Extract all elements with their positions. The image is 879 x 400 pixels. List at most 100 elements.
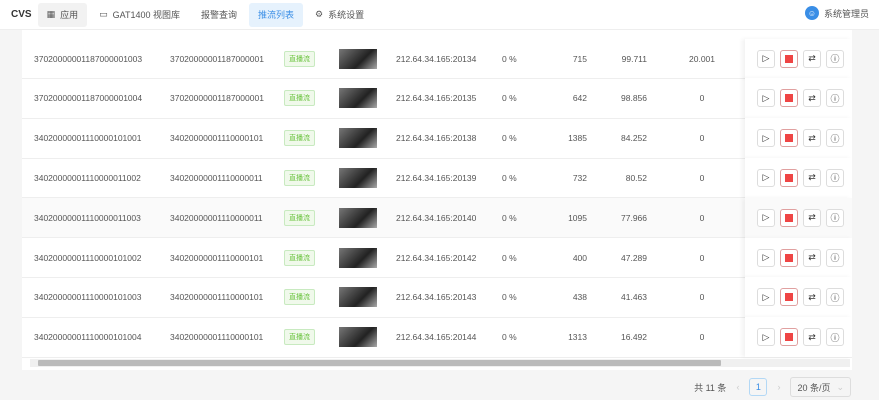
stop-icon	[785, 253, 793, 262]
table-row: 37020000001187000001003 3702000000118700…	[22, 38, 852, 79]
user-menu[interactable]: ☺ 系统管理员	[804, 6, 869, 20]
stop-icon	[785, 134, 793, 143]
info-button[interactable]: ⓘ	[826, 288, 844, 307]
nav-apps[interactable]: ▦ 应用	[37, 2, 88, 27]
table-row: 34020000001110000011003 3402000000111000…	[22, 197, 852, 239]
nav-label: 应用	[60, 10, 79, 20]
value-b: 84.252	[621, 133, 647, 144]
next-page-icon[interactable]: ›	[777, 382, 780, 392]
stop-icon	[785, 94, 793, 103]
value-a: 715	[572, 53, 587, 64]
stop-button[interactable]	[780, 248, 798, 267]
address: 212.64.34.165:20142	[396, 252, 477, 263]
value-a: 438	[572, 292, 587, 303]
loss-rate: 0 %	[502, 53, 517, 64]
snapshot-thumbnail[interactable]	[339, 88, 377, 109]
value-a: 400	[572, 252, 587, 263]
value-c: 0	[699, 292, 705, 303]
switch-button[interactable]: ⇄	[803, 208, 821, 227]
value-c: 20.001	[689, 53, 715, 64]
info-button[interactable]: ⓘ	[826, 208, 844, 227]
snapshot-thumbnail[interactable]	[339, 128, 377, 149]
switch-button[interactable]: ⇄	[803, 168, 821, 187]
device-id: 34020000001110000011	[170, 212, 263, 223]
play-button[interactable]: ▷	[757, 248, 775, 267]
play-button[interactable]: ▷	[757, 328, 775, 347]
prev-page-icon[interactable]: ‹	[736, 382, 739, 392]
address: 212.64.34.165:20143	[396, 292, 477, 303]
user-icon: ☺	[804, 6, 819, 20]
nav-label: 系统设置	[328, 10, 365, 20]
nav-alarm-query[interactable]: 报警查询	[192, 3, 246, 27]
info-button[interactable]: ⓘ	[826, 129, 844, 148]
stop-button[interactable]	[780, 288, 798, 307]
page-size-select[interactable]: 20 条/页 ⌄	[790, 377, 851, 397]
snapshot-thumbnail[interactable]	[339, 48, 377, 69]
loss-rate: 0 %	[502, 133, 517, 144]
play-button[interactable]: ▷	[757, 168, 775, 187]
value-a: 1313	[568, 332, 587, 343]
nav-settings[interactable]: ⚙ 系统设置	[306, 3, 373, 27]
stream-type-tag: 直播流	[284, 289, 315, 306]
play-button[interactable]: ▷	[757, 288, 775, 307]
scrollbar-thumb[interactable]	[38, 360, 721, 366]
loss-rate: 0 %	[502, 292, 517, 303]
play-button[interactable]: ▷	[757, 129, 775, 148]
switch-button[interactable]: ⇄	[803, 288, 821, 307]
loss-rate: 0 %	[502, 332, 517, 343]
stream-id: 34020000001110000011003	[34, 212, 141, 223]
play-button[interactable]: ▷	[757, 49, 775, 68]
snapshot-thumbnail[interactable]	[339, 327, 377, 348]
switch-button[interactable]: ⇄	[803, 328, 821, 347]
nav-gat1400[interactable]: ▭ GAT1400 视图库	[90, 3, 189, 27]
page-1-button[interactable]: 1	[749, 378, 768, 396]
stop-button[interactable]	[780, 89, 798, 108]
info-button[interactable]: ⓘ	[826, 89, 844, 108]
brand: CVS	[11, 9, 32, 20]
table-row: 34020000001110000011002 3402000000111000…	[22, 157, 852, 199]
switch-button[interactable]: ⇄	[803, 89, 821, 108]
stop-icon	[785, 213, 793, 222]
play-button[interactable]: ▷	[757, 89, 775, 108]
value-b: 16.492	[621, 332, 647, 343]
value-a: 1095	[568, 212, 587, 223]
loss-rate: 0 %	[502, 93, 517, 104]
info-button[interactable]: ⓘ	[826, 49, 844, 68]
row-actions: ▷ ⇄ ⓘ	[745, 157, 852, 198]
horizontal-scrollbar[interactable]	[30, 359, 850, 367]
value-c: 0	[699, 332, 705, 343]
row-actions: ▷ ⇄ ⓘ	[745, 78, 852, 119]
switch-button[interactable]: ⇄	[803, 49, 821, 68]
stop-button[interactable]	[780, 168, 798, 187]
stream-type-tag: 直播流	[284, 249, 315, 266]
snapshot-thumbnail[interactable]	[339, 287, 377, 308]
value-a: 732	[572, 172, 587, 183]
stream-id: 34020000001110000011002	[34, 172, 141, 183]
stream-table: 37020000001187000001003 3702000000118700…	[22, 30, 852, 370]
gear-icon: ⚙	[315, 9, 324, 19]
nav-label: 推流列表	[257, 10, 294, 20]
info-button[interactable]: ⓘ	[826, 328, 844, 347]
stop-button[interactable]	[780, 328, 798, 347]
stop-button[interactable]	[780, 208, 798, 227]
play-button[interactable]: ▷	[757, 208, 775, 227]
snapshot-thumbnail[interactable]	[339, 167, 377, 188]
info-button[interactable]: ⓘ	[826, 248, 844, 267]
value-b: 77.966	[621, 212, 647, 223]
chevron-down-icon: ⌄	[836, 381, 844, 392]
switch-button[interactable]: ⇄	[803, 248, 821, 267]
stream-id: 37020000001187000001003	[34, 53, 143, 64]
stop-button[interactable]	[780, 49, 798, 68]
switch-button[interactable]: ⇄	[803, 129, 821, 148]
snapshot-thumbnail[interactable]	[339, 247, 377, 268]
stop-button[interactable]	[780, 129, 798, 148]
stop-icon	[785, 333, 793, 342]
snapshot-thumbnail[interactable]	[339, 207, 377, 228]
device-id: 34020000001110000101	[170, 332, 264, 343]
row-actions: ▷ ⇄ ⓘ	[745, 38, 852, 79]
stop-icon	[785, 173, 793, 182]
nav-push-list[interactable]: 推流列表	[248, 2, 303, 27]
folder-icon: ▭	[99, 9, 108, 19]
info-button[interactable]: ⓘ	[826, 168, 844, 187]
stop-icon	[785, 54, 793, 63]
